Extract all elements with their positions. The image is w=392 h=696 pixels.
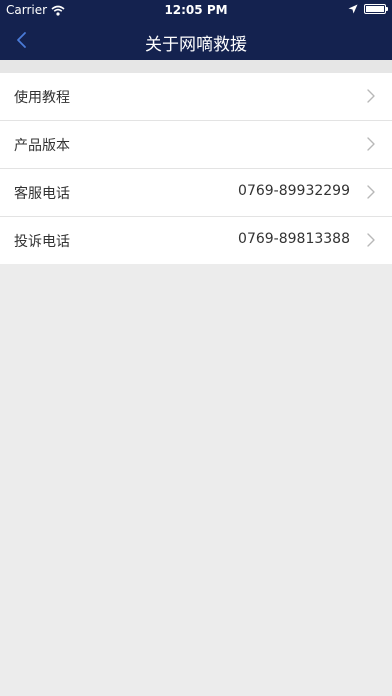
page-title: 关于网嘀救援: [145, 35, 247, 55]
list-item-label: 产品版本: [14, 138, 70, 154]
status-right: [348, 4, 388, 14]
service-phone-value: 0769-89932299: [238, 183, 350, 199]
status-time: 12:05 PM: [164, 3, 228, 17]
list-item-complaint-phone[interactable]: 投诉电话 0769-89813388: [0, 217, 392, 264]
nav-bar: 关于网嘀救援: [0, 20, 392, 60]
chevron-right-icon: [367, 89, 375, 103]
header: Carrier 12:05 PM 关于网嘀救援: [0, 0, 392, 60]
chevron-right-icon: [367, 137, 375, 151]
list-item-label: 客服电话: [14, 186, 70, 202]
complaint-phone-value: 0769-89813388: [238, 231, 350, 247]
chevron-right-icon: [367, 233, 375, 247]
battery-fill: [366, 6, 384, 12]
chevron-right-icon: [367, 185, 375, 199]
location-arrow-icon: [348, 4, 358, 14]
list-item-label: 投诉电话: [14, 234, 70, 250]
list-item-service-phone[interactable]: 客服电话 0769-89932299: [0, 169, 392, 217]
status-bar: Carrier 12:05 PM: [0, 0, 392, 20]
settings-list: 使用教程 产品版本 客服电话 0769-89932299 投诉电话 0769-8…: [0, 73, 392, 264]
list-item-version[interactable]: 产品版本: [0, 121, 392, 169]
list-item-tutorial[interactable]: 使用教程: [0, 73, 392, 121]
battery-icon: [364, 4, 388, 14]
section-gap: [0, 60, 392, 73]
list-item-label: 使用教程: [14, 90, 70, 106]
